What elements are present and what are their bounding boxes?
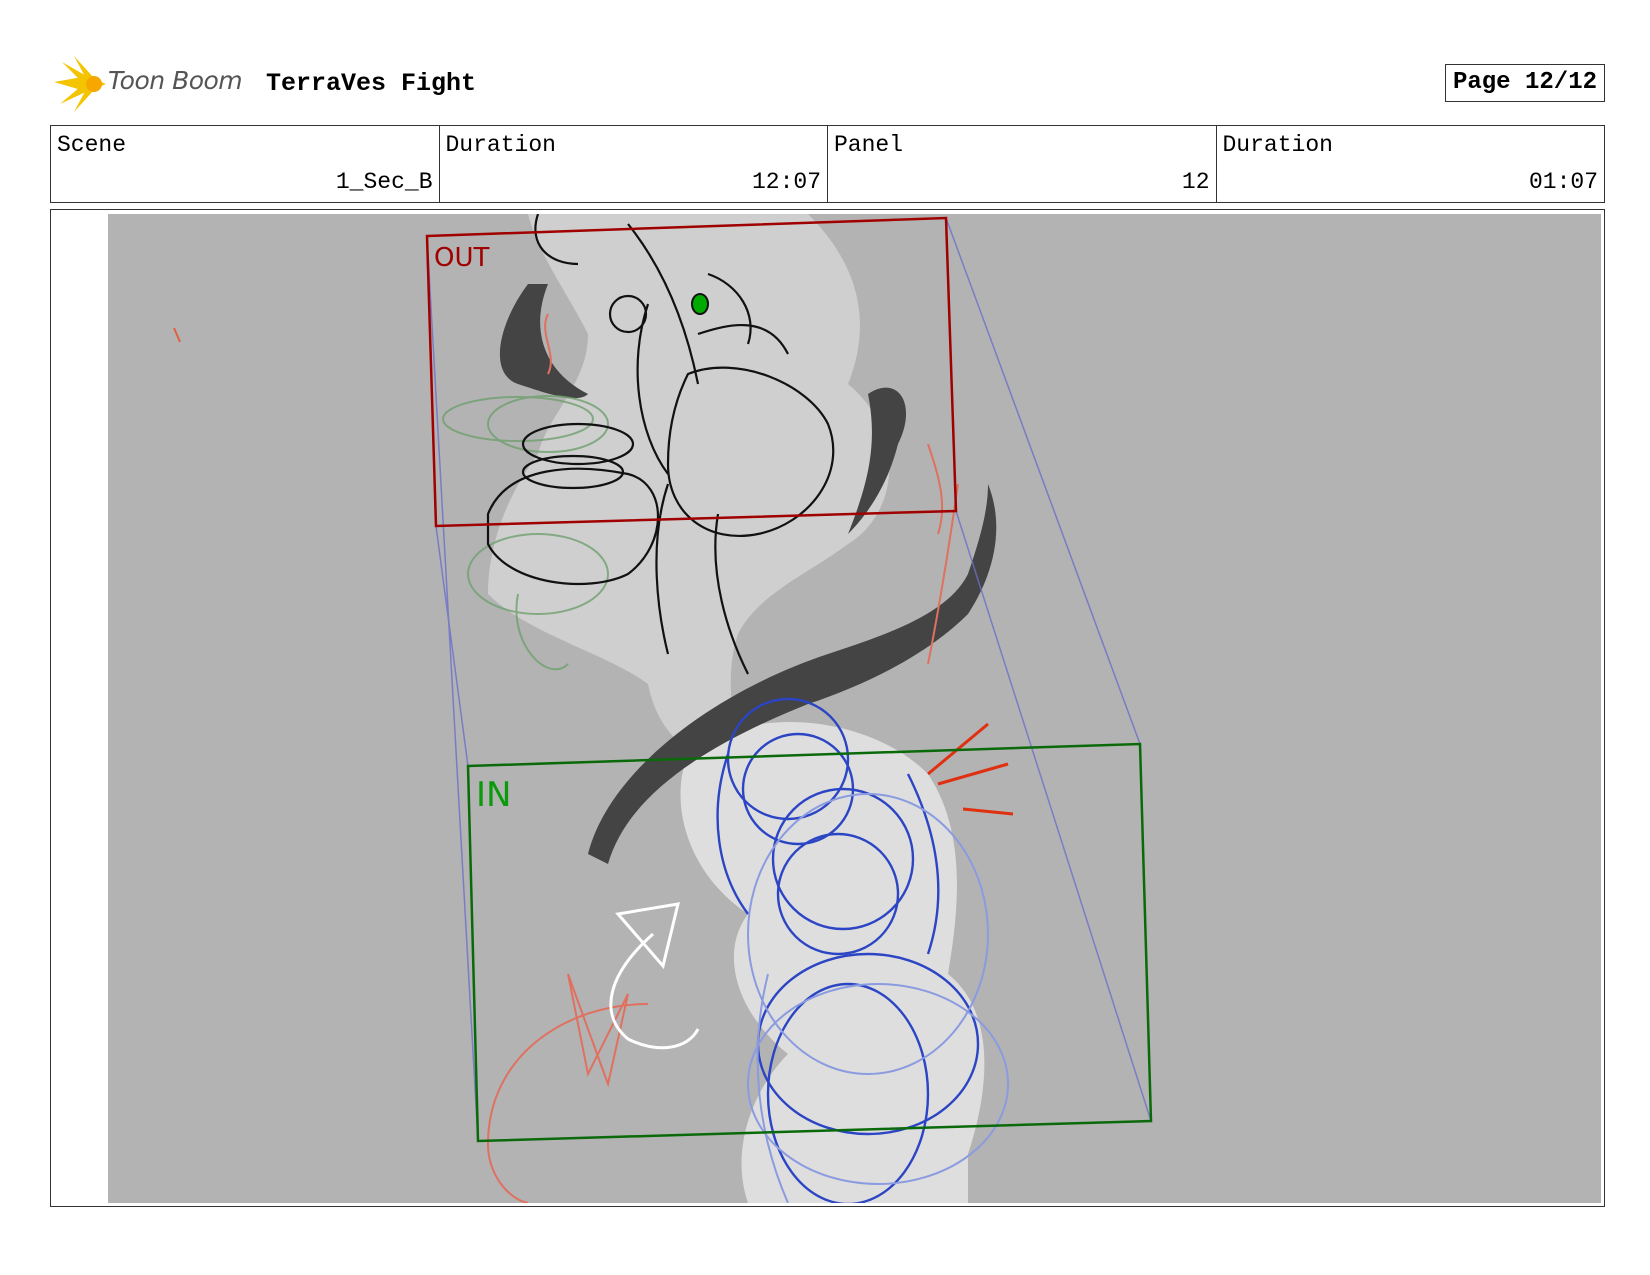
panel-label: Panel	[834, 132, 904, 158]
logo-wordmark: Toon Boom	[108, 66, 243, 95]
panel-duration-value: 01:07	[1528, 169, 1598, 195]
project-title: TerraVes Fight	[266, 69, 477, 98]
panel-drawing: OUT IN	[108, 214, 1601, 1203]
panel-value: 12	[1181, 169, 1210, 195]
page-indicator: Page 12/12	[1444, 64, 1605, 102]
scene-cell: Scene 1_Sec_B	[51, 126, 440, 202]
storyboard-header: Toon Boom TerraVes Fight Page 12/12	[50, 56, 1605, 112]
out-label: OUT	[434, 243, 489, 273]
in-label: IN	[476, 775, 511, 815]
panel-duration-label: Duration	[1222, 132, 1333, 158]
scene-duration-cell: Duration 12:07	[440, 126, 828, 202]
storyboard-panel: OUT IN	[50, 209, 1605, 1207]
scene-value: 1_Sec_B	[335, 169, 433, 195]
scene-duration-value: 12:07	[751, 169, 821, 195]
scene-info-table: Scene 1_Sec_B Duration 12:07 Panel 12 Du…	[50, 125, 1605, 203]
scene-duration-label: Duration	[445, 132, 556, 158]
toon-boom-logo: Toon Boom	[50, 56, 250, 112]
green-eye	[691, 293, 709, 315]
panel-cell: Panel 12	[828, 126, 1217, 202]
panel-duration-cell: Duration 01:07	[1217, 126, 1605, 202]
sunburst-icon	[54, 56, 106, 112]
scene-label: Scene	[57, 132, 127, 158]
